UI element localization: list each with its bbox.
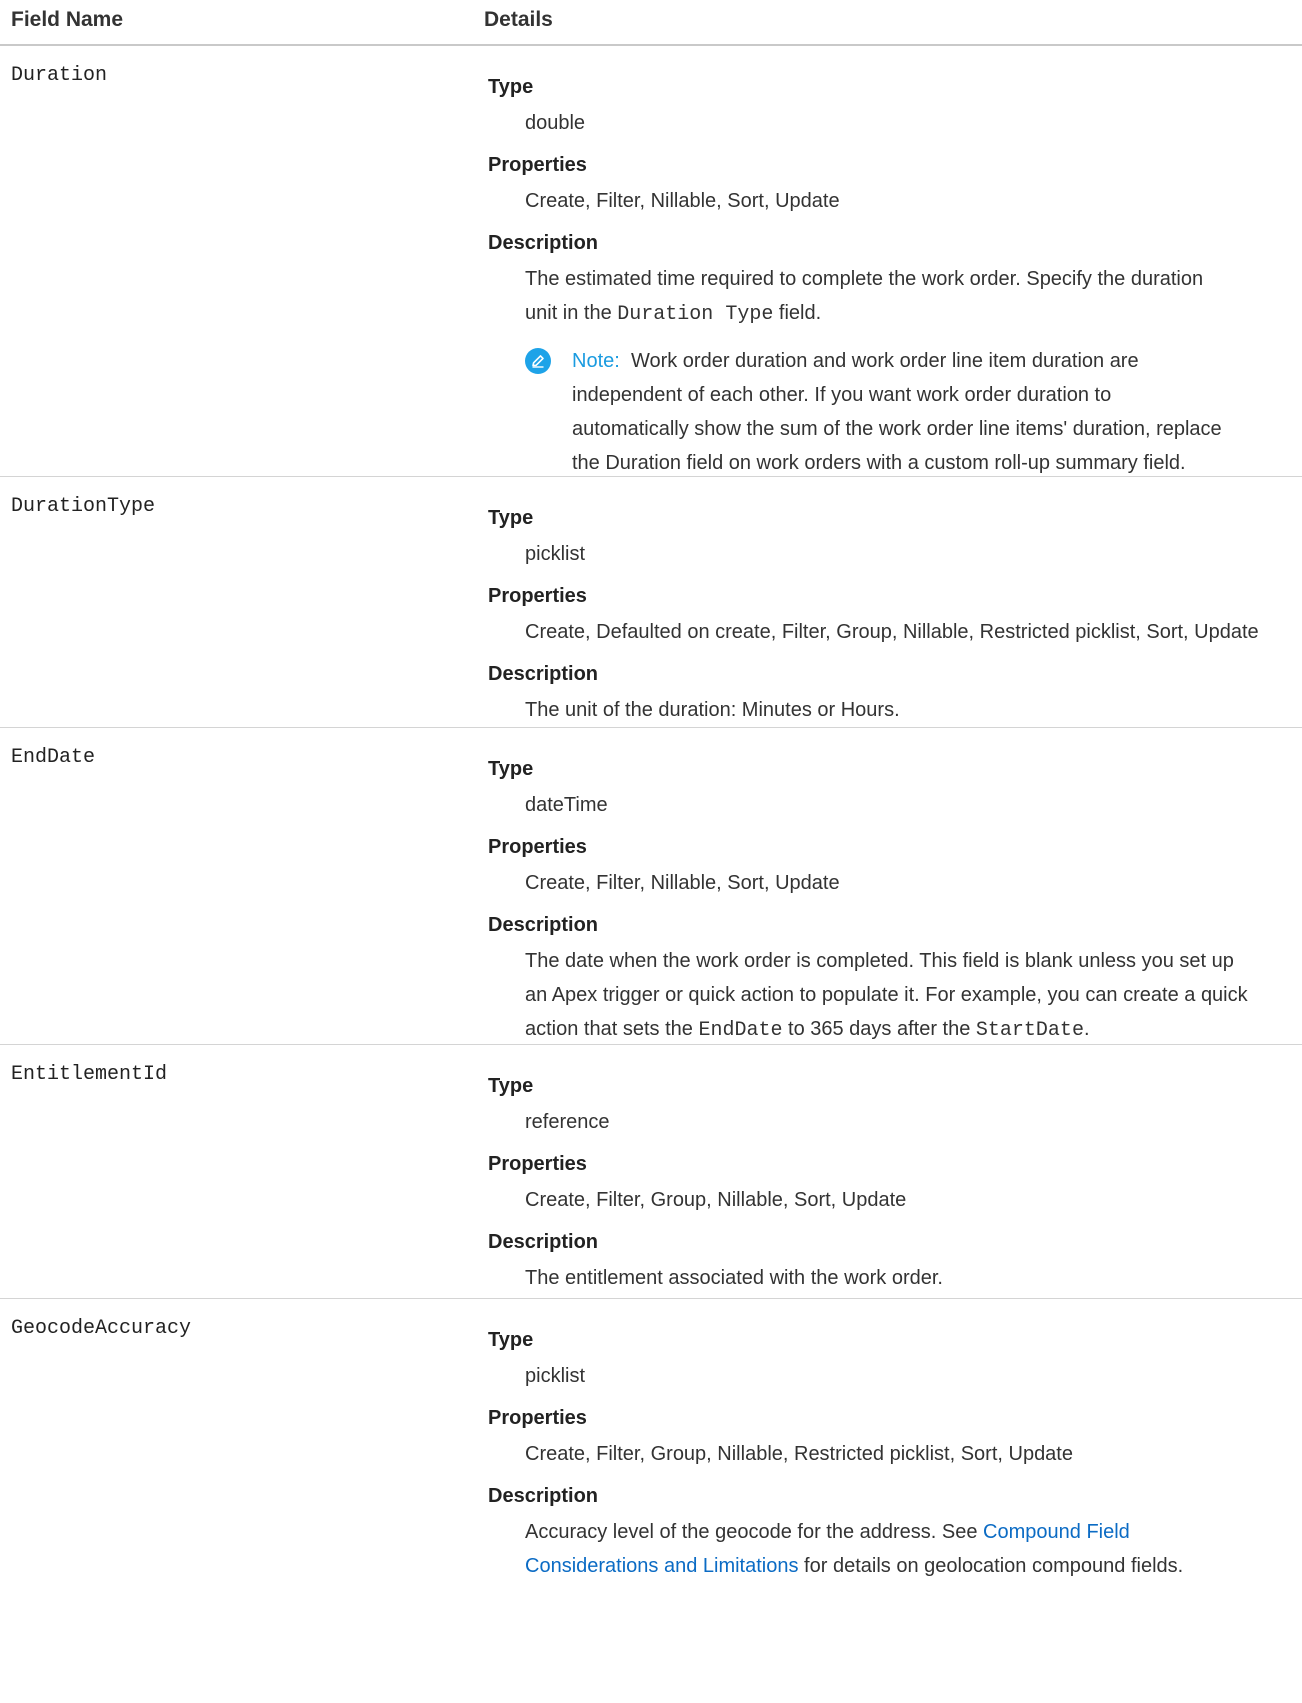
table-row: GeocodeAccuracy Type picklist Properties…: [0, 1299, 1302, 1703]
header-field-name: Field Name: [11, 8, 124, 31]
type-value: picklist: [525, 1365, 586, 1387]
field-name: Duration: [11, 64, 108, 87]
field-details: Type picklist Properties Create, Default…: [488, 505, 1293, 727]
note-text: Work order duration and work order line …: [630, 350, 1139, 372]
properties-value: Create, Filter, Nillable, Sort, Update: [525, 190, 840, 212]
type-label: Type: [488, 1329, 534, 1351]
description-label: Description: [488, 1485, 599, 1507]
properties-label: Properties: [488, 836, 587, 858]
properties-label: Properties: [488, 1407, 587, 1429]
properties-value: Create, Filter, Group, Nillable, Restric…: [525, 1443, 1073, 1465]
properties-value: Create, Defaulted on create, Filter, Gro…: [525, 621, 1259, 643]
description-text: The date when the work order is complete…: [525, 950, 1234, 972]
code-startdate: StartDate: [975, 1019, 1084, 1042]
note-callout: Note: Work order duration and work order…: [525, 344, 1293, 480]
header-details: Details: [484, 8, 553, 31]
field-name: EndDate: [11, 746, 96, 769]
description-value: The entitlement associated with the work…: [525, 1267, 943, 1289]
type-label: Type: [488, 507, 534, 529]
type-value: dateTime: [525, 794, 608, 816]
code-duration-type: Duration Type: [617, 303, 774, 326]
description-value: The date when the work order is complete…: [525, 944, 1293, 1048]
type-label: Type: [488, 758, 534, 780]
description-text: action that sets the: [525, 1018, 699, 1040]
properties-value: Create, Filter, Group, Nillable, Sort, U…: [525, 1189, 907, 1211]
field-details: Type dateTime Properties Create, Filter,…: [488, 756, 1293, 1048]
properties-label: Properties: [488, 585, 587, 607]
field-name: GeocodeAccuracy: [11, 1317, 192, 1340]
table-row: EntitlementId Type reference Properties …: [0, 1045, 1302, 1299]
description-value: Accuracy level of the geocode for the ad…: [525, 1515, 1293, 1583]
type-label: Type: [488, 76, 534, 98]
description-text: Accuracy level of the geocode for the ad…: [525, 1521, 984, 1543]
note-text: the Duration field on work orders with a…: [572, 452, 1186, 474]
description-text: .: [1083, 1018, 1090, 1040]
type-value: picklist: [525, 543, 586, 565]
compound-field-link[interactable]: Considerations and Limitations: [525, 1555, 799, 1577]
properties-label: Properties: [488, 1153, 587, 1175]
note-text: automatically show the sum of the work o…: [572, 418, 1222, 440]
description-value: The estimated time required to complete …: [525, 262, 1293, 332]
code-enddate: EndDate: [698, 1019, 783, 1042]
edit-note-icon: [525, 348, 551, 374]
description-label: Description: [488, 232, 599, 254]
type-label: Type: [488, 1075, 534, 1097]
note-label: Note:: [572, 350, 620, 372]
properties-label: Properties: [488, 154, 587, 176]
note-text: independent of each other. If you want w…: [572, 384, 1112, 406]
field-details: Type picklist Properties Create, Filter,…: [488, 1327, 1293, 1583]
field-details: Type reference Properties Create, Filter…: [488, 1073, 1293, 1295]
field-details: Type double Properties Create, Filter, N…: [488, 74, 1293, 480]
type-value: reference: [525, 1111, 610, 1133]
compound-field-link[interactable]: Compound Field: [983, 1521, 1130, 1543]
description-text: for details on geolocation compound fiel…: [798, 1555, 1184, 1577]
description-text: to 365 days after the: [782, 1018, 976, 1040]
description-label: Description: [488, 1231, 599, 1253]
description-text: unit in the: [525, 302, 618, 324]
description-text: an Apex trigger or quick action to popul…: [525, 984, 1248, 1006]
description-text: field.: [773, 302, 822, 324]
table-row: EndDate Type dateTime Properties Create,…: [0, 728, 1302, 1045]
field-name: EntitlementId: [11, 1063, 168, 1086]
description-value: The unit of the duration: Minutes or Hou…: [525, 699, 900, 721]
type-value: double: [525, 112, 586, 134]
table-header: Field Name Details: [0, 0, 1302, 46]
description-text: The estimated time required to complete …: [525, 268, 1204, 290]
table-row: DurationType Type picklist Properties Cr…: [0, 477, 1302, 728]
description-label: Description: [488, 914, 599, 936]
description-label: Description: [488, 663, 599, 685]
field-name: DurationType: [11, 495, 156, 518]
table-row: Duration Type double Properties Create, …: [0, 46, 1302, 477]
properties-value: Create, Filter, Nillable, Sort, Update: [525, 872, 840, 894]
